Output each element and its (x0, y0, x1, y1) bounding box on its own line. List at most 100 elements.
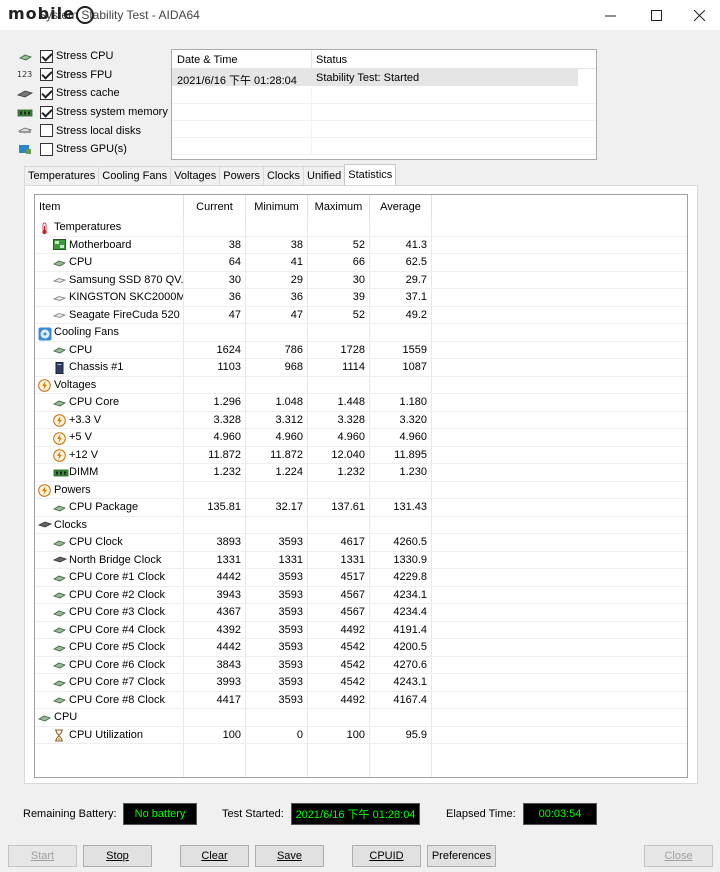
stress-option-row[interactable]: Stress local disks (16, 121, 176, 140)
stress-option-label: Stress CPU (56, 50, 114, 63)
table-row[interactable]: +3.3 V 3.328 3.312 3.328 3.320 (35, 411, 687, 429)
table-row[interactable]: CPU 1624 786 1728 1559 (35, 341, 687, 359)
row-minimum: 36 (246, 289, 308, 306)
table-group-row[interactable]: Cooling Fans (35, 324, 687, 342)
row-maximum: 3.328 (308, 411, 370, 428)
statistics-table[interactable]: Item Current Minimum Maximum Average Tem… (34, 194, 688, 778)
header-maximum[interactable]: Maximum (308, 195, 370, 219)
table-row[interactable]: CPU Core #2 Clock 3943 3593 4567 4234.1 (35, 586, 687, 604)
stress-option-row[interactable]: Stress GPU(s) (16, 140, 176, 159)
table-row[interactable]: CPU 64 41 66 62.5 (35, 254, 687, 272)
table-row[interactable]: Seagate FireCuda 520 ... 47 47 52 49.2 (35, 306, 687, 324)
row-maximum: 1.448 (308, 394, 370, 411)
preferences-button[interactable]: Preferences (427, 845, 496, 867)
table-row[interactable]: CPU Core #3 Clock 4367 3593 4567 4234.4 (35, 604, 687, 622)
table-row[interactable]: CPU Core #1 Clock 4442 3593 4517 4229.8 (35, 569, 687, 587)
stress-checkbox[interactable] (40, 105, 53, 119)
table-row[interactable]: CPU Core #6 Clock 3843 3593 4542 4270.6 (35, 656, 687, 674)
save-button[interactable]: Save (255, 845, 324, 867)
cpu-chip-icon (16, 50, 34, 62)
row-item-label: CPU Utilization (69, 728, 143, 741)
stress-checkbox[interactable] (40, 86, 53, 100)
tab-voltages[interactable]: Voltages (170, 166, 221, 186)
row-item-label: CPU Core #2 Clock (69, 588, 165, 601)
table-row[interactable]: CPU Utilization 100 0 100 95.9 (35, 726, 687, 744)
table-row[interactable]: +5 V 4.960 4.960 4.960 4.960 (35, 429, 687, 447)
table-row[interactable]: CPU Package 135.81 32.17 137.61 131.43 (35, 499, 687, 517)
row-minimum: 3593 (246, 639, 308, 656)
table-group-row[interactable]: Temperatures (35, 219, 687, 237)
start-button[interactable]: Start (8, 845, 77, 867)
cpuid-button[interactable]: CPUID (352, 845, 421, 867)
table-row[interactable]: Chassis #1 1103 968 1114 1087 (35, 359, 687, 377)
stress-option-label: Stress local disks (56, 124, 141, 137)
table-row[interactable]: CPU Clock 3893 3593 4617 4260.5 (35, 534, 687, 552)
row-item-label: +12 V (69, 448, 99, 461)
tab-unified[interactable]: Unified (303, 166, 346, 186)
row-maximum: 4.960 (308, 429, 370, 446)
table-group-row[interactable]: Clocks (35, 516, 687, 534)
header-average[interactable]: Average (370, 195, 432, 219)
stress-option-row[interactable]: Stress cache (16, 84, 176, 103)
clear-button[interactable]: Clear (180, 845, 249, 867)
stress-option-row[interactable]: 123 Stress FPU (16, 66, 176, 85)
cpu-chip-icon (53, 572, 66, 583)
table-group-row[interactable]: Voltages (35, 376, 687, 394)
table-row[interactable]: DIMM 1.232 1.224 1.232 1.230 (35, 464, 687, 482)
row-item-label: CPU Clock (69, 536, 123, 549)
row-item-label: Temperatures (54, 221, 122, 234)
row-minimum (246, 709, 308, 726)
tab-statistics[interactable]: Statistics (344, 164, 397, 186)
row-minimum: 968 (246, 359, 308, 376)
stress-checkbox[interactable] (40, 68, 53, 82)
stress-option-row[interactable]: Stress CPU (16, 47, 176, 66)
tab-cooling-fans[interactable]: Cooling Fans (98, 166, 172, 186)
memory-module-icon (16, 106, 34, 118)
close-button[interactable]: Close (644, 845, 713, 867)
tab-clocks[interactable]: Clocks (262, 166, 304, 186)
row-item-label: CPU Core #6 Clock (69, 658, 165, 671)
header-current[interactable]: Current (184, 195, 246, 219)
tab-temperatures[interactable]: Temperatures (24, 166, 100, 186)
log-header-status[interactable]: Status (312, 50, 596, 68)
motherboard-icon (53, 239, 66, 251)
stress-checkbox[interactable] (40, 142, 53, 156)
row-current: 100 (184, 726, 246, 743)
table-row[interactable]: CPU Core #7 Clock 3993 3593 4542 4243.1 (35, 674, 687, 692)
stress-options: Stress CPU 123 Stress FPU Stress cache Stres… (16, 47, 176, 159)
row-minimum (246, 481, 308, 498)
row-average: 4234.4 (370, 604, 432, 621)
tab-powers[interactable]: Powers (219, 166, 264, 186)
log-header-datetime[interactable]: Date & Time (172, 50, 312, 68)
row-minimum: 1.048 (246, 394, 308, 411)
close-window-button[interactable] (676, 0, 720, 30)
stress-checkbox[interactable] (40, 49, 53, 63)
header-item[interactable]: Item (35, 195, 184, 219)
log-empty-rows (172, 87, 596, 159)
minimize-button[interactable] (587, 0, 633, 30)
stress-option-label: Stress system memory (56, 106, 168, 119)
table-group-row[interactable]: Powers (35, 481, 687, 499)
table-row[interactable]: +12 V 11.872 11.872 12.040 11.895 (35, 446, 687, 464)
table-row[interactable]: KINGSTON SKC2000M... 36 36 39 37.1 (35, 289, 687, 307)
table-row[interactable]: Motherboard 38 38 52 41.3 (35, 236, 687, 254)
maximize-button[interactable] (633, 0, 679, 30)
svg-text:123: 123 (17, 70, 32, 79)
table-group-row[interactable]: CPU (35, 709, 687, 727)
row-minimum: 4.960 (246, 429, 308, 446)
chassis-icon (53, 361, 66, 374)
table-row[interactable]: CPU Core #8 Clock 4417 3593 4492 4167.4 (35, 691, 687, 709)
stress-checkbox[interactable] (40, 124, 53, 138)
stop-button[interactable]: Stop (83, 845, 152, 867)
row-maximum: 1114 (308, 359, 370, 376)
row-average: 131.43 (370, 499, 432, 516)
header-minimum[interactable]: Minimum (246, 195, 308, 219)
table-row[interactable]: Samsung SSD 870 QV... 30 29 30 29.7 (35, 271, 687, 289)
stress-option-row[interactable]: Stress system memory (16, 103, 176, 122)
table-row[interactable]: CPU Core #4 Clock 4392 3593 4492 4191.4 (35, 621, 687, 639)
table-row[interactable]: CPU Core #5 Clock 4442 3593 4542 4200.5 (35, 639, 687, 657)
table-row[interactable]: CPU Core 1.296 1.048 1.448 1.180 (35, 394, 687, 412)
table-row[interactable]: North Bridge Clock 1331 1331 1331 1330.9 (35, 551, 687, 569)
row-minimum: 38 (246, 236, 308, 253)
log-row[interactable]: 2021/6/16 下午 01:28:04 Stability Test: St… (172, 69, 578, 87)
